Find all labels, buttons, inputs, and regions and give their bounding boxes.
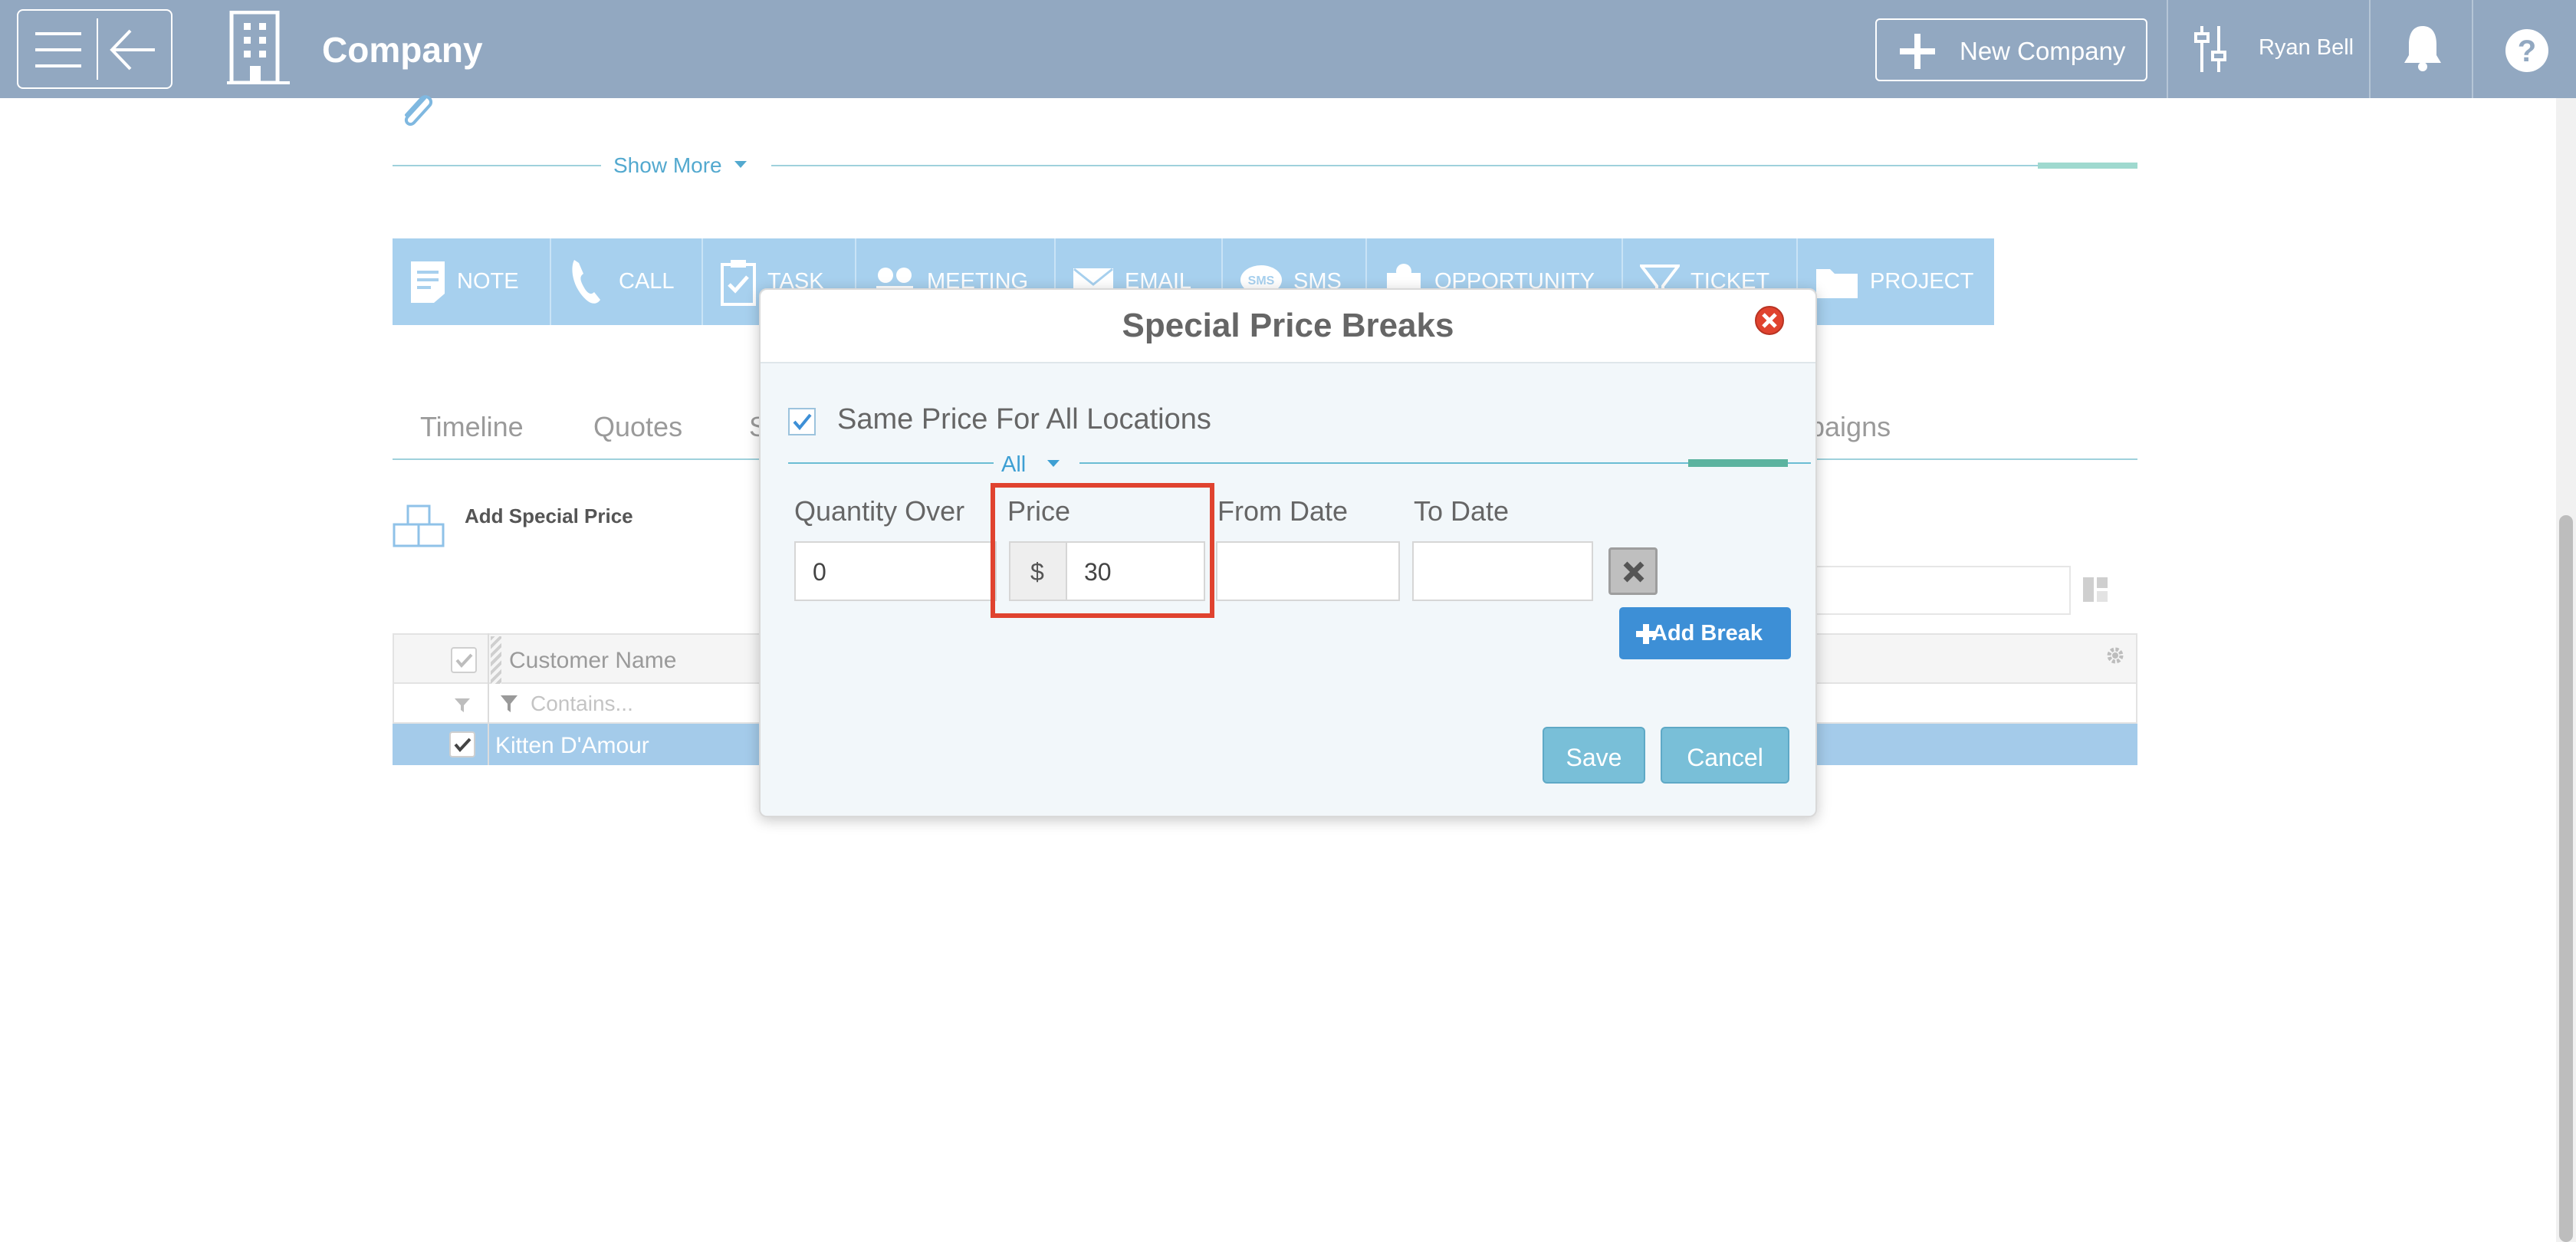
to-date-label: To Date (1414, 495, 1510, 527)
save-label: Save (1566, 744, 1622, 771)
project-action-button[interactable]: PROJECT (1798, 238, 1994, 325)
row-checkbox[interactable] (449, 731, 475, 757)
topbar-divider (2369, 0, 2371, 98)
folder-icon (1816, 268, 1858, 298)
show-more-label: Show More (613, 153, 722, 177)
close-icon (1623, 561, 1644, 583)
help-icon[interactable]: ? (2504, 28, 2550, 74)
gear-icon[interactable] (2105, 646, 2125, 665)
call-action-button[interactable]: CALL (551, 238, 703, 325)
top-bar: Company New Company Ryan Bell ? (0, 0, 2576, 98)
user-name[interactable]: Ryan Bell (2259, 35, 2354, 61)
special-price-breaks-dialog: Special Price Breaks Same Price For All … (759, 288, 1817, 817)
checkmark-icon (793, 413, 812, 431)
quantity-over-value: 0 (813, 558, 826, 586)
location-tab-all[interactable]: All (994, 449, 1079, 477)
svg-text:SMS: SMS (1248, 274, 1275, 288)
customer-name-column-header[interactable]: Customer Name (509, 648, 676, 674)
back-arrow-icon[interactable] (109, 28, 158, 72)
checkmark-icon (454, 738, 472, 753)
quantity-over-input[interactable]: 0 (794, 541, 997, 601)
tab-timeline[interactable]: Timeline (420, 411, 524, 443)
note-icon (411, 261, 445, 303)
caret-down-icon (734, 161, 747, 168)
from-date-label: From Date (1217, 495, 1349, 527)
location-tabs-accent (1688, 459, 1788, 467)
new-company-label: New Company (1960, 37, 2126, 65)
bell-icon[interactable] (2403, 23, 2443, 72)
tab-quotes[interactable]: Quotes (593, 411, 682, 443)
location-tab-label: All (1001, 452, 1027, 477)
section-divider (393, 165, 601, 166)
quantity-over-label: Quantity Over (794, 495, 965, 527)
topbar-divider (2167, 0, 2168, 98)
checkmark-icon (455, 653, 473, 669)
section-divider-accent (2038, 163, 2137, 169)
task-icon (721, 259, 756, 306)
column-resize-handle[interactable] (491, 636, 501, 684)
plus-icon (1900, 34, 1935, 69)
new-company-button[interactable]: New Company (1875, 18, 2147, 81)
add-break-label: Add Break (1651, 621, 1763, 646)
menu-divider (97, 18, 98, 80)
remove-break-button[interactable] (1608, 547, 1658, 595)
price-highlight-box (991, 483, 1214, 618)
dialog-title: Special Price Breaks (1122, 307, 1454, 344)
from-date-input[interactable] (1216, 541, 1400, 601)
grid-search-input[interactable]: ... (1791, 566, 2071, 615)
select-all-checkbox[interactable] (451, 647, 477, 673)
page-title: Company (322, 30, 483, 70)
column-chooser-icon[interactable] (2082, 577, 2108, 603)
filter-icon[interactable] (500, 695, 518, 713)
settings-sliders-icon[interactable] (2194, 26, 2228, 72)
filter-icon[interactable] (454, 698, 471, 713)
customer-name-cell[interactable]: Kitten D'Amour (495, 733, 649, 759)
same-price-label[interactable]: Same Price For All Locations (837, 403, 1211, 436)
grid-column-divider (488, 633, 489, 765)
cancel-button[interactable]: Cancel (1661, 727, 1789, 784)
paperclip-icon[interactable] (399, 90, 434, 130)
customer-filter-input[interactable]: Contains... (531, 692, 633, 716)
svg-text:?: ? (2518, 34, 2536, 68)
boxes-icon[interactable] (391, 503, 446, 549)
show-more-toggle[interactable]: Show More (613, 153, 747, 178)
hamburger-icon[interactable] (35, 31, 81, 69)
note-action-label: NOTE (457, 269, 519, 294)
tab-campaigns[interactable]: paigns (1809, 411, 1891, 443)
save-button[interactable]: Save (1543, 727, 1645, 784)
close-icon[interactable] (1754, 305, 1785, 336)
location-tabs-divider (788, 462, 1811, 464)
to-date-input[interactable] (1412, 541, 1593, 601)
scrollbar-thumb[interactable] (2559, 515, 2573, 1242)
menu-toggle[interactable] (17, 9, 172, 89)
note-action-button[interactable]: NOTE (393, 238, 551, 325)
phone-icon (572, 259, 600, 304)
project-action-label: PROJECT (1870, 269, 1974, 294)
caret-down-icon (1047, 460, 1060, 467)
dialog-header: Special Price Breaks (761, 290, 1815, 363)
section-divider (771, 165, 2038, 166)
same-price-checkbox[interactable] (788, 408, 816, 435)
cancel-label: Cancel (1687, 744, 1763, 771)
topbar-divider (2472, 0, 2473, 98)
add-special-price-link[interactable]: Add Special Price (465, 504, 633, 528)
building-icon (227, 11, 290, 84)
add-break-button[interactable]: Add Break (1619, 607, 1791, 659)
call-action-label: CALL (619, 269, 675, 294)
